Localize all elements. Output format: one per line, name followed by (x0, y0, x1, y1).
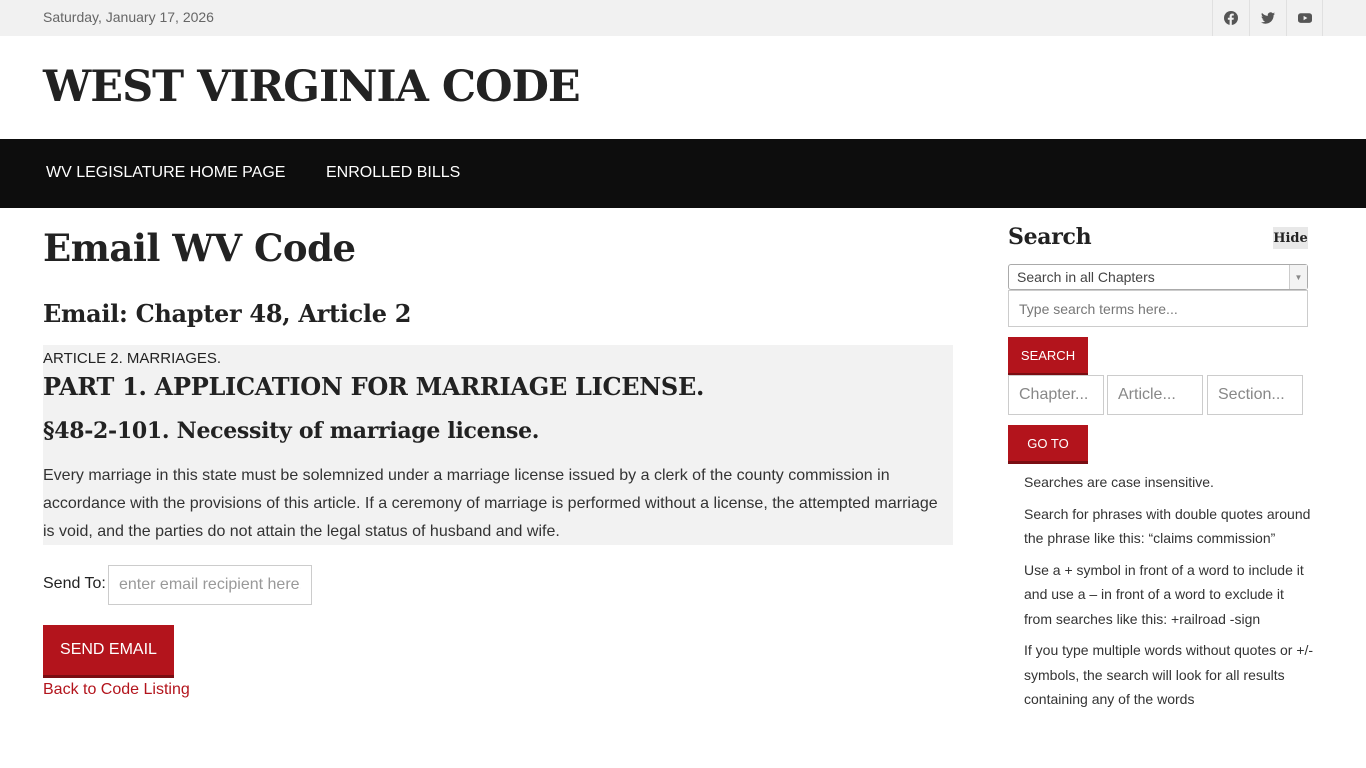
facebook-icon[interactable] (1212, 0, 1249, 36)
chevron-down-icon[interactable]: ▼ (1289, 265, 1307, 289)
hide-button[interactable]: Hide (1273, 227, 1308, 249)
search-tip: Use a + symbol in front of a word to inc… (1024, 561, 1304, 627)
main-nav: WV LEGISLATURE HOME PAGE ENROLLED BILLS (0, 139, 1366, 208)
email-recipient-input[interactable] (108, 565, 312, 605)
search-input[interactable] (1008, 290, 1308, 327)
search-tip: Search for phrases with double quotes ar… (1024, 505, 1311, 547)
search-scope-select[interactable]: Search in all Chapters ▼ (1008, 264, 1308, 290)
search-tips: Searches are case insensitive. Search fo… (1024, 470, 1314, 719)
article-input[interactable] (1107, 375, 1203, 415)
chapter-input[interactable] (1008, 375, 1104, 415)
current-date: Saturday, January 17, 2026 (43, 9, 214, 25)
section-input[interactable] (1207, 375, 1303, 415)
section-text: Every marriage in this state must be sol… (43, 467, 938, 540)
search-tip: If you type multiple words without quote… (1024, 642, 1314, 707)
search-tip: Searches are case insensitive. (1024, 474, 1214, 490)
article-label: ARTICLE 2. MARRIAGES. (43, 350, 222, 367)
twitter-icon[interactable] (1249, 0, 1286, 36)
code-section-box: ARTICLE 2. MARRIAGES. PART 1. APPLICATIO… (43, 345, 953, 545)
search-scope-value: Search in all Chapters (1017, 269, 1155, 285)
send-to-label: Send To: (43, 575, 106, 592)
search-title: Search (1008, 224, 1092, 250)
social-links (1212, 0, 1323, 36)
section-heading: §48-2-101. Necessity of marriage license… (43, 418, 540, 444)
nav-item-legislature-home[interactable]: WV LEGISLATURE HOME PAGE (46, 164, 285, 182)
search-button[interactable]: SEARCH (1008, 337, 1088, 373)
back-to-code-listing-link[interactable]: Back to Code Listing (43, 681, 190, 699)
site-title[interactable]: WEST VIRGINIA CODE (43, 62, 581, 112)
part-heading: PART 1. APPLICATION FOR MARRIAGE LICENSE… (43, 372, 705, 401)
send-email-button[interactable]: SEND EMAIL (43, 625, 174, 675)
go-to-button[interactable]: GO TO (1008, 425, 1088, 461)
nav-item-enrolled-bills[interactable]: ENROLLED BILLS (326, 164, 460, 182)
top-bar: Saturday, January 17, 2026 (0, 0, 1366, 36)
email-subtitle: Email: Chapter 48, Article 2 (43, 299, 412, 328)
page-title: Email WV Code (43, 226, 356, 270)
youtube-icon[interactable] (1286, 0, 1323, 36)
